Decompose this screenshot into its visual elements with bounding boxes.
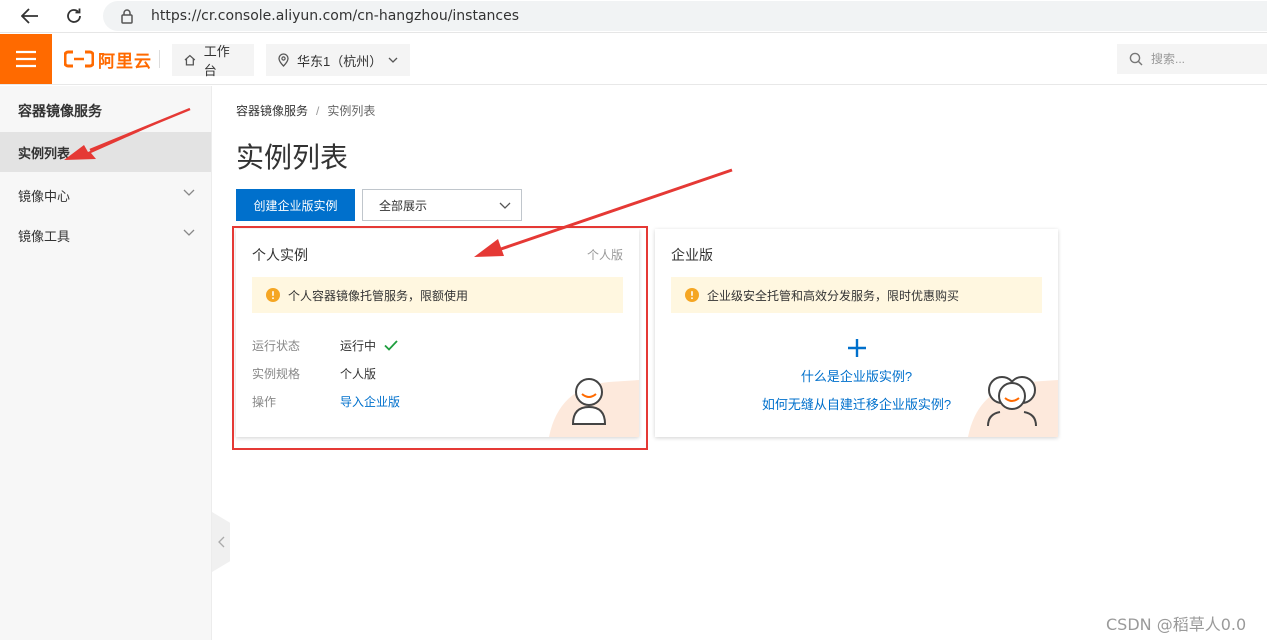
- enterprise-instance-card[interactable]: 企业版 企业级安全托管和高效分发服务，限时优惠购买 什么是企业版实例? 如何无缝…: [655, 229, 1058, 437]
- row-label: 操作: [252, 395, 277, 409]
- chevron-down-icon: [499, 202, 511, 209]
- sidebar-item-image-tools[interactable]: 镜像工具: [0, 215, 211, 255]
- sidebar-item-label: 镜像中心: [18, 188, 71, 204]
- page-title: 实例列表: [236, 142, 349, 173]
- chevron-down-icon: [183, 229, 195, 236]
- url-text[interactable]: https://cr.console.aliyun.com/cn-hangzho…: [151, 8, 519, 24]
- region-label: 华东1（杭州）: [297, 53, 383, 69]
- status-value: 运行中: [340, 337, 398, 354]
- chevron-down-icon: [388, 57, 398, 63]
- hamburger-icon: [16, 50, 36, 68]
- reload-button[interactable]: [61, 4, 87, 28]
- watermark: CSDN @稻草人0.0: [1106, 615, 1247, 634]
- import-enterprise-link[interactable]: 导入企业版: [340, 393, 400, 410]
- create-enterprise-instance-button[interactable]: 创建企业版实例: [236, 189, 355, 221]
- chevron-left-icon: [217, 536, 224, 548]
- workbench-button[interactable]: 工作台: [172, 44, 254, 78]
- filter-value: 全部展示: [379, 198, 428, 213]
- row-label: 实例规格: [252, 367, 301, 381]
- sidebar-item-label: 镜像工具: [18, 228, 71, 244]
- sidebar-item-instance-list[interactable]: 实例列表: [0, 132, 211, 172]
- status-row: 运行状态 运行中: [252, 337, 398, 354]
- region-selector[interactable]: 华东1（杭州）: [266, 44, 410, 76]
- status-text: 运行中: [340, 339, 377, 353]
- console-topbar: 阿里云 工作台 华东1（杭州）: [0, 34, 1267, 85]
- check-icon: [384, 340, 398, 351]
- address-bar[interactable]: https://cr.console.aliyun.com/cn-hangzho…: [103, 1, 1267, 31]
- home-icon: [184, 54, 196, 66]
- browser-toolbar: https://cr.console.aliyun.com/cn-hangzho…: [0, 0, 1267, 33]
- chevron-down-icon: [183, 189, 195, 196]
- personal-instance-card[interactable]: 个人实例 个人版 个人容器镜像托管服务，限额使用 运行状态 运行中 实例规格 个…: [236, 229, 639, 437]
- notice-banner: 个人容器镜像托管服务，限额使用: [252, 277, 623, 313]
- sidebar: 容器镜像服务 实例列表 镜像中心 镜像工具: [0, 86, 212, 640]
- warning-icon: [266, 288, 280, 302]
- spec-value: 个人版: [340, 367, 377, 381]
- card-title: 个人实例: [252, 247, 308, 263]
- team-illustration: [968, 376, 1058, 437]
- sidebar-item-image-center[interactable]: 镜像中心: [0, 175, 211, 215]
- sidebar-collapse-handle[interactable]: [212, 512, 230, 572]
- instance-filter-select[interactable]: 全部展示: [362, 189, 522, 221]
- spec-row: 实例规格 个人版: [252, 365, 376, 382]
- breadcrumb: 容器镜像服务 / 实例列表: [236, 102, 375, 119]
- back-button[interactable]: [17, 4, 43, 28]
- location-pin-icon: [278, 53, 289, 67]
- search-input[interactable]: [1151, 52, 1261, 66]
- arrow-left-icon: [21, 8, 38, 24]
- edition-tag: 个人版: [586, 248, 623, 262]
- search-box[interactable]: [1117, 44, 1267, 74]
- action-row: 操作 导入企业版: [252, 393, 400, 410]
- breadcrumb-separator: /: [316, 104, 320, 118]
- plus-icon[interactable]: [846, 337, 868, 359]
- logo-text: 阿里云: [98, 51, 152, 71]
- breadcrumb-item-service[interactable]: 容器镜像服务: [236, 104, 308, 118]
- aliyun-logo[interactable]: 阿里云: [64, 48, 152, 71]
- row-label: 运行状态: [252, 339, 301, 353]
- menu-button[interactable]: [0, 34, 52, 84]
- notice-text: 企业级安全托管和高效分发服务，限时优惠购买: [707, 288, 960, 303]
- search-icon: [1129, 52, 1143, 66]
- lock-icon: [121, 9, 133, 24]
- person-illustration: [549, 378, 639, 437]
- divider: [159, 50, 160, 68]
- reload-icon: [67, 8, 81, 23]
- sidebar-item-label: 实例列表: [18, 145, 71, 161]
- notice-text: 个人容器镜像托管服务，限额使用: [288, 288, 469, 303]
- sidebar-title: 容器镜像服务: [18, 103, 102, 119]
- aliyun-logo-icon: [64, 50, 94, 68]
- notice-banner: 企业级安全托管和高效分发服务，限时优惠购买: [671, 277, 1042, 313]
- warning-icon: [685, 288, 699, 302]
- card-title: 企业版: [671, 247, 713, 263]
- workbench-label: 工作台: [203, 44, 230, 78]
- breadcrumb-item-current: 实例列表: [327, 104, 376, 118]
